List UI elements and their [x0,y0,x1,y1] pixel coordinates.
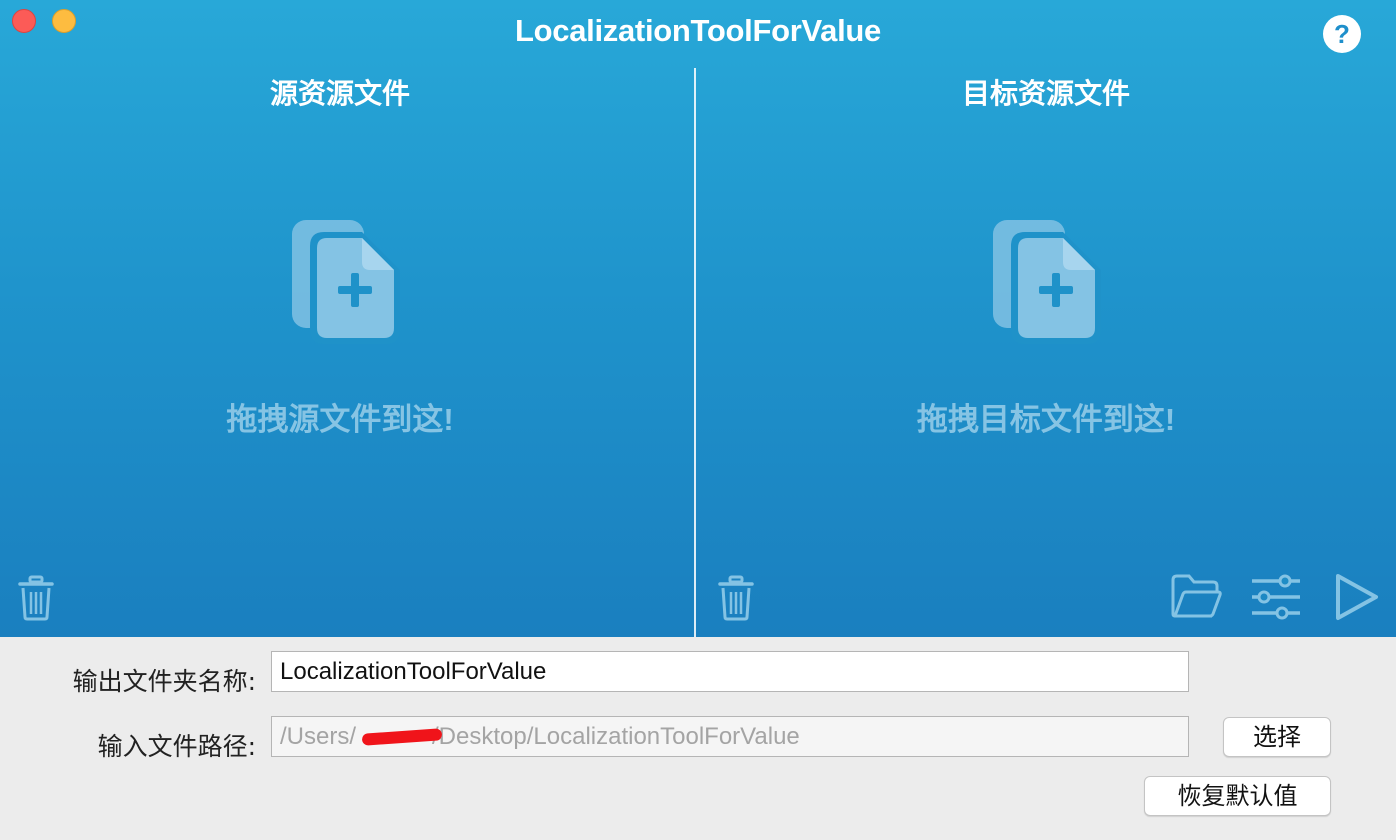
app-window: LocalizationToolForValue ? 源资源文件 拖拽源文件到这… [0,0,1396,840]
trash-icon[interactable] [18,575,54,621]
source-drop-hint: 拖拽源文件到这! [226,402,454,437]
add-files-icon [993,220,1101,344]
choose-path-button[interactable]: 选择 [1223,717,1331,757]
source-pane-title: 源资源文件 [269,78,410,109]
output-folder-label: 输出文件夹名称: [72,667,256,696]
play-icon[interactable] [1330,572,1380,622]
reset-defaults-button[interactable]: 恢复默认值 [1144,776,1331,816]
output-folder-value: LocalizationToolForValue [280,658,547,685]
input-path-suffix: /Desktop/LocalizationToolForValue [432,723,800,750]
add-files-icon [292,220,400,344]
sliders-icon[interactable] [1250,572,1302,622]
source-files-pane[interactable]: 源资源文件 拖拽源文件到这! [0,0,694,637]
redaction-mark [361,728,443,746]
input-path-label: 输入文件路径: [97,732,256,761]
target-pane-title: 目标资源文件 [961,78,1130,109]
settings-form: 输出文件夹名称: LocalizationToolForValue 输入文件路径… [0,637,1396,840]
input-path-field[interactable]: /Users/ /Desktop/LocalizationToolForValue [271,716,1189,757]
target-files-pane[interactable]: 目标资源文件 拖拽目标文件到这! [696,0,1396,637]
folder-icon[interactable] [1170,572,1222,620]
drop-area: LocalizationToolForValue ? 源资源文件 拖拽源文件到这… [0,0,1396,637]
input-path-prefix: /Users/ [280,723,357,750]
target-drop-hint: 拖拽目标文件到这! [916,402,1176,437]
output-folder-field[interactable]: LocalizationToolForValue [271,651,1189,692]
trash-icon[interactable] [718,575,754,621]
